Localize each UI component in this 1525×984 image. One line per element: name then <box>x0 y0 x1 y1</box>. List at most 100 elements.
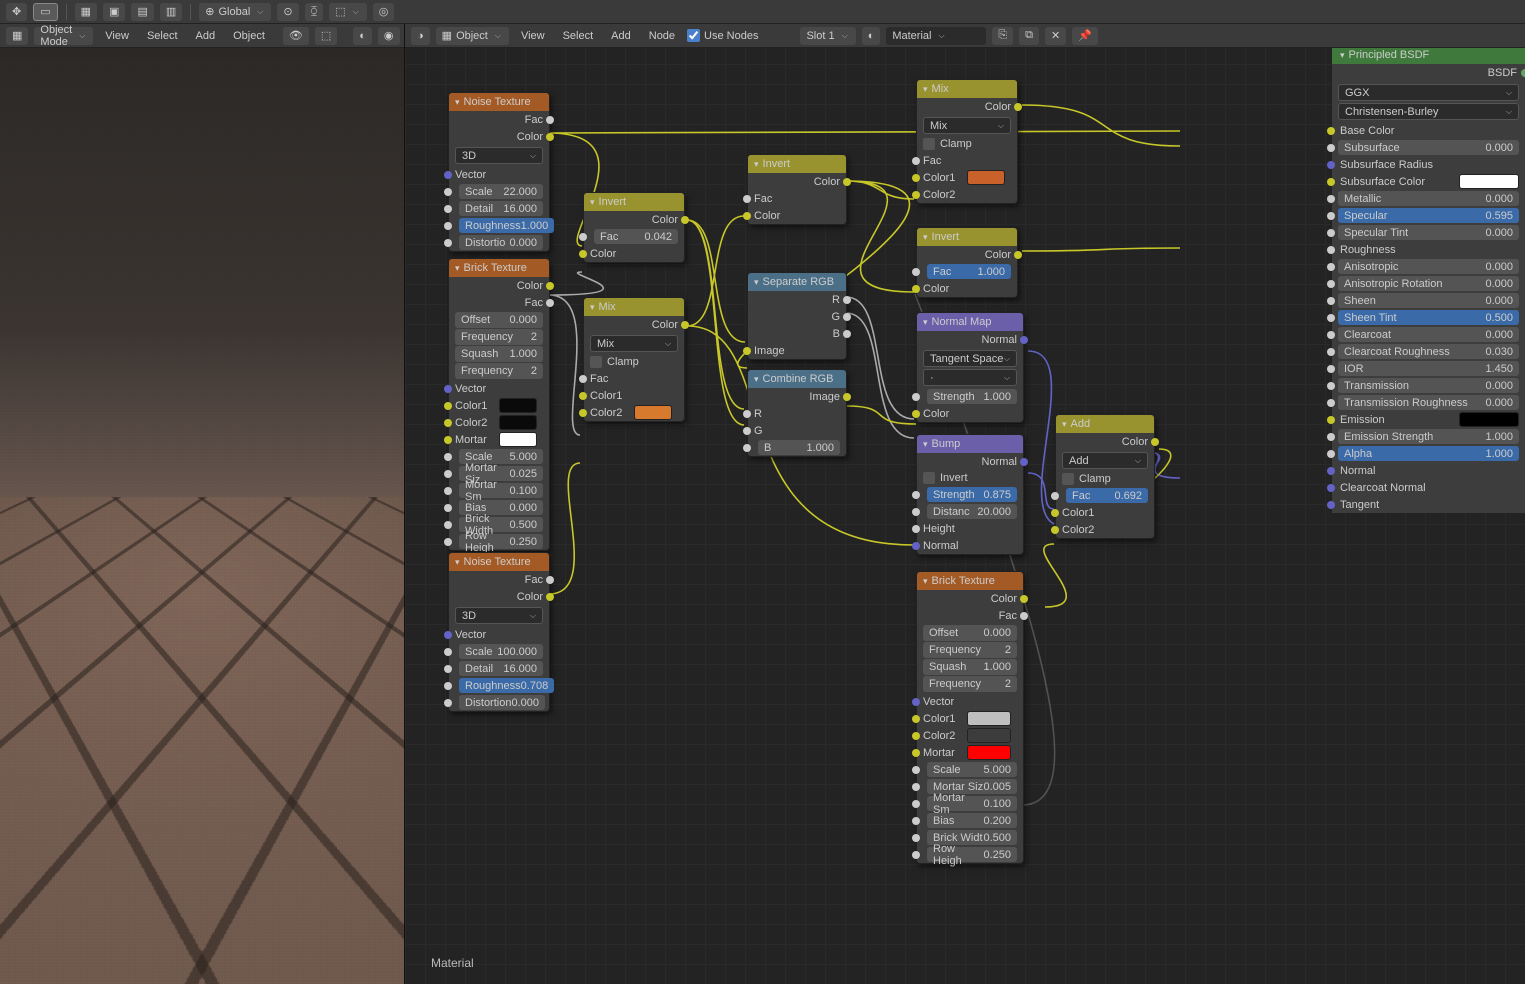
prop-alpha[interactable]: Alpha1.000 <box>1338 446 1519 461</box>
prop-frequency2[interactable]: Frequency2 <box>923 676 1017 692</box>
node-header[interactable]: Brick Texture <box>449 259 549 277</box>
node-header[interactable]: Bump <box>917 435 1023 453</box>
prop-frequency[interactable]: Frequency2 <box>923 642 1017 658</box>
prop-roughness[interactable]: Roughness0.708 <box>459 678 554 693</box>
prop-mortar-smooth[interactable]: Mortar Sm0.100 <box>459 483 543 498</box>
node-header[interactable]: Invert <box>917 228 1017 246</box>
dup-material-icon[interactable]: ⧉ <box>1019 27 1039 45</box>
prop-clearcoat[interactable]: Clearcoat0.000 <box>1338 327 1519 342</box>
prop-row-height[interactable]: Row Heigh0.250 <box>927 847 1017 862</box>
dropdown-dimension[interactable]: 3D <box>455 147 543 164</box>
node-editor[interactable]: ◑ ▦ Object View Select Add Node Use Node… <box>405 24 1525 984</box>
subsurf-color-swatch[interactable] <box>1459 174 1519 189</box>
prop-fac[interactable]: Fac0.042 <box>594 229 678 244</box>
editor-type2-icon[interactable]: ◑ <box>411 27 430 45</box>
shader-type-dropdown[interactable]: ▦ Object <box>436 27 509 45</box>
del-material-icon[interactable]: ✕ <box>1045 27 1066 45</box>
color2-swatch[interactable] <box>967 728 1011 743</box>
material-browse-icon[interactable]: ◐ <box>862 27 881 45</box>
prop-anisotropic[interactable]: Anisotropic0.000 <box>1338 259 1519 274</box>
node-header[interactable]: Principled BSDF <box>1332 46 1525 64</box>
dropdown-blend[interactable]: Mix <box>923 117 1011 134</box>
snap4-icon[interactable]: ▥ <box>160 3 182 21</box>
color1-swatch[interactable] <box>967 711 1011 726</box>
prop-fac[interactable]: Fac1.000 <box>927 264 1011 279</box>
snap2-icon[interactable]: ▣ <box>103 3 125 21</box>
node-header[interactable]: Noise Texture <box>449 93 549 111</box>
prop-scale[interactable]: Scale22.000 <box>459 184 543 199</box>
node-invert-3[interactable]: Invert Color Fac1.000 Color <box>916 227 1018 298</box>
node-header[interactable]: Add <box>1056 415 1154 433</box>
render-preview[interactable] <box>0 48 404 984</box>
node-header[interactable]: Normal Map <box>917 313 1023 331</box>
node-mix-add[interactable]: Add Color Add Clamp Fac0.692 Color1 Colo… <box>1055 414 1155 539</box>
emission-swatch[interactable] <box>1459 412 1519 427</box>
node-header[interactable]: Combine RGB <box>748 370 846 388</box>
mortar-swatch[interactable] <box>499 432 537 447</box>
viewport-3d[interactable]: ▦ Object Mode View Select Add Object 👁 ⬚… <box>0 24 405 984</box>
color2-swatch[interactable] <box>634 405 672 420</box>
shading-icon[interactable]: ◐ <box>353 27 372 45</box>
snap-mode-dropdown[interactable]: ⬚ <box>329 3 366 21</box>
checkbox-invert[interactable]: Invert <box>917 470 1023 486</box>
prop-ior[interactable]: IOR1.450 <box>1338 361 1519 376</box>
node-header[interactable]: Mix <box>584 298 684 316</box>
cursor-tool-icon[interactable]: ✥ <box>6 3 27 21</box>
dropdown-uvmap[interactable]: · <box>923 369 1017 386</box>
dropdown-space[interactable]: Tangent Space <box>923 350 1017 367</box>
mode-dropdown[interactable]: Object Mode <box>34 27 93 45</box>
orientation-dropdown[interactable]: ⊕ Global <box>199 3 271 21</box>
prop-offset[interactable]: Offset0.000 <box>455 312 543 328</box>
prop-offset[interactable]: Offset0.000 <box>923 625 1017 641</box>
prop-squash[interactable]: Squash1.000 <box>455 346 543 362</box>
node-invert-2[interactable]: Invert Color Fac Color <box>747 154 847 225</box>
node-header[interactable]: Mix <box>917 80 1017 98</box>
prop-sheen-tint[interactable]: Sheen Tint0.500 <box>1338 310 1519 325</box>
node-header[interactable]: Brick Texture <box>917 572 1023 590</box>
menu-select[interactable]: Select <box>141 28 184 44</box>
color1-swatch[interactable] <box>499 398 537 413</box>
node-bump[interactable]: Bump Normal Invert Strength0.875 Distanc… <box>916 434 1024 555</box>
prop-roughness[interactable]: Roughness1.000 <box>459 218 554 233</box>
prop-scale[interactable]: Scale5.000 <box>927 762 1017 777</box>
dropdown-distribution[interactable]: GGX <box>1338 84 1519 101</box>
prop-detail[interactable]: Detail16.000 <box>459 201 543 216</box>
node-header[interactable]: Invert <box>748 155 846 173</box>
node-mix-1[interactable]: Mix Color Mix Clamp Fac Color1 Color2 <box>583 297 685 422</box>
dropdown-blend[interactable]: Add <box>1062 452 1148 469</box>
prop-subsurface[interactable]: Subsurface0.000 <box>1338 140 1519 155</box>
node-invert-1[interactable]: Invert Color Fac0.042 Color <box>583 192 685 263</box>
prop-mortar-smooth[interactable]: Mortar Sm0.100 <box>927 796 1017 811</box>
slot-dropdown[interactable]: Slot 1 <box>800 27 855 45</box>
node-mix-2[interactable]: Mix Color Mix Clamp Fac Color1 Color2 <box>916 79 1018 204</box>
prop-strength[interactable]: Strength0.875 <box>927 487 1017 502</box>
dropdown-blend[interactable]: Mix <box>590 335 678 352</box>
prop-b[interactable]: B1.000 <box>758 440 840 455</box>
dropdown-dimension[interactable]: 3D <box>455 607 543 624</box>
prop-distortion[interactable]: Distortio0.000 <box>459 235 543 250</box>
snap3-icon[interactable]: ▤ <box>131 3 153 21</box>
pivot-icon[interactable]: ⊙ <box>277 3 298 21</box>
node-brick-texture-2[interactable]: Brick Texture Color Fac Offset0.000 Freq… <box>916 571 1024 864</box>
node-separate-rgb[interactable]: Separate RGB R G B Image <box>747 272 847 360</box>
node-noise-texture-2[interactable]: Noise Texture Fac Color 3D Vector Scale1… <box>448 552 550 712</box>
ne-menu-view[interactable]: View <box>515 28 551 44</box>
node-combine-rgb[interactable]: Combine RGB Image R G B1.000 <box>747 369 847 457</box>
prop-metallic[interactable]: Metallic0.000 <box>1338 191 1519 206</box>
prop-specular[interactable]: Specular0.595 <box>1338 208 1519 223</box>
editor-type-icon[interactable]: ▦ <box>6 27 28 45</box>
new-material-icon[interactable]: ⎘ <box>992 27 1013 45</box>
use-nodes-checkbox[interactable]: Use Nodes <box>687 29 758 42</box>
prop-emission-strength[interactable]: Emission Strength1.000 <box>1338 429 1519 444</box>
menu-add[interactable]: Add <box>190 28 222 44</box>
prop-transmission[interactable]: Transmission0.000 <box>1338 378 1519 393</box>
ne-menu-select[interactable]: Select <box>557 28 600 44</box>
color2-swatch[interactable] <box>499 415 537 430</box>
prop-clearcoat-roughness[interactable]: Clearcoat Roughness0.030 <box>1338 344 1519 359</box>
prop-distortion[interactable]: Distortion0.000 <box>459 695 545 710</box>
menu-object[interactable]: Object <box>227 28 271 44</box>
ne-menu-add[interactable]: Add <box>605 28 637 44</box>
prop-frequency2[interactable]: Frequency2 <box>455 363 543 379</box>
xray-icon[interactable]: ⬚ <box>315 27 337 45</box>
prop-aniso-rotation[interactable]: Anisotropic Rotation0.000 <box>1338 276 1519 291</box>
